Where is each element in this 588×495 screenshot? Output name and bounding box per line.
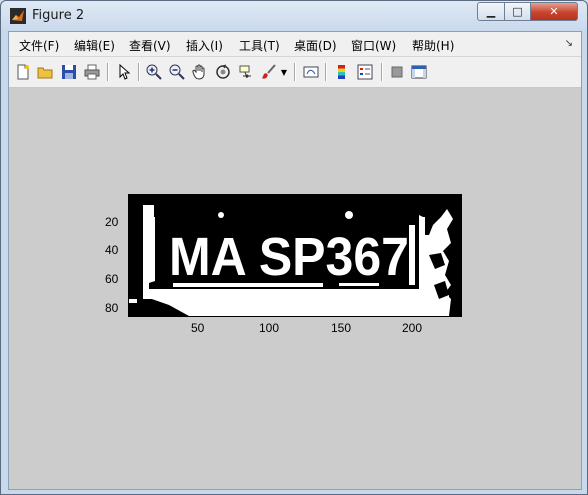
toolbar-separator: [325, 63, 327, 81]
link-plot-button[interactable]: [301, 62, 321, 82]
x-tick-label: 50: [191, 321, 205, 335]
legend-icon: [357, 64, 373, 80]
menu-desktop[interactable]: 桌面(D): [294, 37, 337, 54]
insert-colorbar-button[interactable]: [332, 62, 352, 82]
maximize-button[interactable]: □: [504, 2, 531, 21]
toolbar-separator: [138, 63, 140, 81]
title-bar[interactable]: Figure 2 ▁ □ ✕: [1, 1, 587, 31]
printer-icon: [84, 64, 100, 80]
plate-characters: MA SP367: [169, 227, 409, 287]
brush-icon: [262, 64, 276, 79]
window-title: Figure 2: [32, 8, 85, 23]
rotate-3d-icon: [216, 64, 230, 79]
figure-window: Figure 2 ▁ □ ✕ 文件(F) 编辑(E) 查看(V) 插入(I) 工…: [0, 0, 588, 495]
arrow-pointer-icon: [119, 64, 131, 80]
edit-plot-button[interactable]: [114, 62, 134, 82]
new-figure-button[interactable]: [13, 62, 33, 82]
menu-window[interactable]: 窗口(W): [351, 37, 396, 54]
y-tick-label: 80: [105, 301, 119, 315]
colorbar-icon: [338, 65, 345, 79]
pan-button[interactable]: [190, 62, 210, 82]
close-icon: ✕: [549, 5, 559, 18]
binary-license-plate-image: MA SP367: [129, 195, 461, 316]
link-plot-icon: [303, 66, 319, 78]
minimize-button[interactable]: ▁: [477, 2, 505, 21]
figure-toolbar: ▼: [9, 57, 581, 88]
x-tick-label: 100: [259, 321, 280, 335]
menu-view[interactable]: 查看(V): [129, 37, 171, 54]
print-button[interactable]: [82, 62, 102, 82]
maximize-icon: □: [512, 5, 523, 18]
minimize-icon: ▁: [486, 5, 496, 18]
figure-client-area: 文件(F) 编辑(E) 查看(V) 插入(I) 工具(T) 桌面(D) 窗口(W…: [8, 31, 582, 490]
zoom-in-button[interactable]: [144, 62, 164, 82]
hand-pan-icon: [192, 64, 205, 80]
save-button[interactable]: [59, 62, 79, 82]
toolbar-separator: [294, 63, 296, 81]
menu-dock-arrow-icon[interactable]: ↘: [565, 38, 573, 49]
open-file-button[interactable]: [35, 62, 55, 82]
brush-dropdown-button[interactable]: ▼: [279, 62, 289, 82]
brush-button[interactable]: [259, 62, 279, 82]
insert-legend-button[interactable]: [355, 62, 375, 82]
data-cursor-button[interactable]: [236, 62, 256, 82]
y-tick-label: 60: [105, 272, 119, 286]
y-tick-label: 20: [105, 215, 119, 229]
new-figure-icon: [17, 64, 29, 80]
menu-tools[interactable]: 工具(T): [239, 37, 280, 54]
image-axes[interactable]: MA SP367 20 40 60 80 50 100 150 200: [105, 194, 462, 335]
menu-help[interactable]: 帮助(H): [412, 37, 454, 54]
x-tick-label: 150: [331, 321, 352, 335]
dropdown-arrow-icon: ▼: [280, 67, 288, 77]
show-plot-tools-icon: [411, 65, 427, 79]
toolbar-separator: [381, 63, 383, 81]
toolbar-separator: [107, 63, 109, 81]
menu-file[interactable]: 文件(F): [19, 37, 59, 54]
close-button[interactable]: ✕: [530, 2, 578, 21]
menu-edit[interactable]: 编辑(E): [74, 37, 115, 54]
zoom-in-icon: [146, 64, 162, 80]
zoom-out-button[interactable]: [167, 62, 187, 82]
data-cursor-icon: [239, 65, 251, 79]
menu-bar: 文件(F) 编辑(E) 查看(V) 插入(I) 工具(T) 桌面(D) 窗口(W…: [9, 32, 581, 57]
hide-plot-tools-icon: [391, 66, 403, 78]
matlab-logo-icon: [10, 8, 26, 24]
rotate-3d-button[interactable]: [213, 62, 233, 82]
menu-insert[interactable]: 插入(I): [186, 37, 223, 54]
figure-canvas[interactable]: MA SP367 20 40 60 80 50 100 150 200: [9, 88, 581, 489]
save-disk-icon: [62, 65, 76, 79]
show-plot-tools-button[interactable]: [409, 62, 429, 82]
hide-plot-tools-button[interactable]: [387, 62, 407, 82]
open-folder-icon: [37, 67, 53, 79]
zoom-out-icon: [169, 64, 185, 80]
x-tick-label: 200: [402, 321, 423, 335]
y-tick-label: 40: [105, 243, 119, 257]
